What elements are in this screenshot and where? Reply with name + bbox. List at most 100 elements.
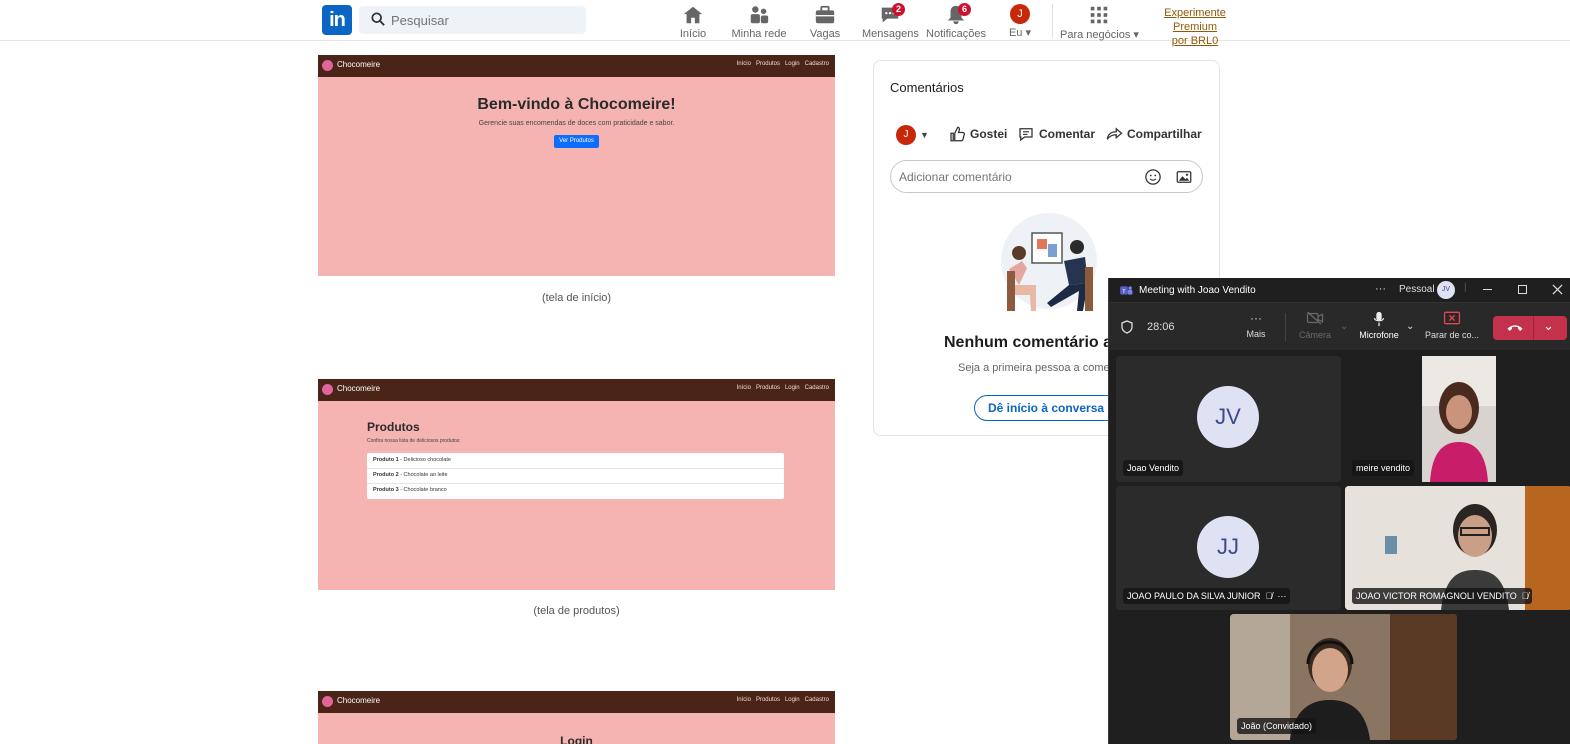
notifications-badge: 6 [958,3,971,16]
leave-chevron-icon[interactable]: ⌄ [1543,318,1554,334]
nav-jobs[interactable]: Vagas [805,2,845,40]
products-list: Produto 1 - Delicioso chocolate Produto … [367,453,784,499]
more-button[interactable]: ··· Mais [1245,311,1267,339]
chevron-down-icon: ▼ [920,130,929,140]
camera-chevron-icon[interactable]: ⌄ [1340,321,1348,332]
comment-button[interactable]: Comentar [1017,125,1095,143]
minimize-icon[interactable] [1483,289,1492,290]
teams-logo-icon: T [1120,286,1133,295]
nav-jobs-label: Vagas [809,28,841,40]
products-heading: Produtos [367,420,420,434]
image-icon[interactable] [1175,168,1193,186]
site-navbar: Chocomeire Início Produtos Login Cadastro [318,691,835,713]
screenshot-products: Chocomeire Início Produtos Login Cadastro P… [318,379,835,590]
site-brand: Chocomeire [337,384,381,393]
participant-avatar: JV [1197,386,1259,448]
product-name: Produto 1 [373,457,399,463]
nav-me[interactable]: J Eu ▾ [1004,2,1036,40]
titlebar-divider: | [1464,282,1467,293]
linkedin-logo[interactable]: in [322,5,352,35]
teams-meeting-window: T Meeting with Joao Vendito ··· Pessoal … [1108,278,1570,744]
nav-divider [1052,4,1053,38]
home-heading: Bem-vindo à Chocomeire! [477,96,676,113]
site-link: Produtos [755,697,780,703]
nav-messages[interactable]: 2 Mensagens [862,2,919,40]
participant-name: Joao Vendito [1123,460,1184,476]
shield-icon [1121,320,1133,334]
home-icon [683,6,703,24]
camera-button[interactable]: Câmera [1299,311,1331,340]
site-nav-links: Início Produtos Login Cadastro [732,697,829,703]
share-button[interactable]: Compartilhar [1105,125,1202,143]
home-subtitle: Gerencie suas encomendas de doces com pr… [478,120,675,127]
more-label: Mais [1246,329,1266,339]
search-input[interactable] [391,10,571,30]
comment-input-box[interactable] [890,160,1203,193]
participant-tile[interactable]: JOAO VICTOR ROMAGNOLI VENDITO 🎙̸ [1345,486,1570,610]
meeting-title: Meeting with Joao Vendito [1139,285,1256,296]
emoji-icon[interactable] [1144,168,1162,186]
leave-call-button[interactable]: ⌄ [1493,316,1567,340]
participant-tile[interactable]: JJ JOAO PAULO DA SILVA JUNIOR 🎙̸ ··· [1116,486,1341,610]
product-desc: - Chocolate ao leite [398,472,448,478]
site-link: Cadastro [804,385,829,391]
svg-text:T: T [1122,289,1126,295]
search-icon [371,12,385,26]
premium-link[interactable]: Experimente Premium por BRL0 [1143,6,1247,48]
tile-more-icon[interactable]: ··· [1277,591,1286,601]
ellipsis-icon: ··· [1250,311,1262,325]
microphone-chevron-icon[interactable]: ⌄ [1406,321,1414,332]
participant-name: meire vendito [1352,460,1415,476]
leave-divider [1533,316,1534,340]
caption-products: (tela de produtos) [533,605,620,617]
account-label: Pessoal [1399,284,1435,295]
reaction-avatar-selector[interactable]: J ▼ [896,125,929,145]
like-button[interactable]: Gostei [948,125,1007,143]
microphone-icon [1373,311,1385,327]
product-desc: - Chocolate branco [398,487,447,493]
nav-home[interactable]: Início [672,2,714,40]
site-brand: Chocomeire [337,60,381,69]
site-logo-icon [322,60,333,71]
product-name: Produto 3 [373,487,399,493]
share-arrow-icon [1106,127,1123,140]
site-link: Cadastro [804,697,829,703]
comments-title: Comentários [890,80,964,95]
participant-video [1422,356,1496,482]
site-nav-links: Início Produtos Login Cadastro [732,61,829,67]
hang-up-icon [1507,325,1523,331]
site-link: Produtos [755,385,780,391]
site-link: Início [736,697,751,703]
account-avatar[interactable]: JV [1437,281,1455,299]
linkedin-top-nav: in Início Minha rede Vagas 2 Mensagens 6… [0,0,1570,47]
network-icon [750,6,769,24]
thumb-up-icon [950,126,965,142]
camera-label: Câmera [1299,330,1332,340]
comment-label: Comentar [1039,127,1096,141]
participant-tile[interactable]: JV Joao Vendito [1116,356,1341,482]
close-icon[interactable] [1552,284,1563,295]
premium-line2: por BRL0 [1171,35,1219,47]
start-conversation-button[interactable]: Dê início à conversa [974,395,1124,421]
search-box[interactable] [359,6,586,34]
nav-business[interactable]: Para negócios ▾ [1060,2,1139,41]
mic-muted-icon: 🎙̸ [1521,591,1529,601]
maximize-icon[interactable] [1518,285,1527,294]
site-logo-icon [322,384,333,395]
comment-icon [1019,128,1033,142]
participant-tile[interactable]: João (Convidado) [1230,614,1457,740]
nav-notifications[interactable]: 6 Notificações [926,2,986,40]
site-link: Cadastro [804,61,829,67]
microphone-button[interactable]: Microfone [1355,311,1403,340]
nav-network[interactable]: Minha rede [730,2,788,40]
meeting-toolbar: 28:06 ··· Mais Câmera ⌄ Microfone ⌄ Para… [1109,302,1570,350]
briefcase-icon [815,5,835,24]
site-brand: Chocomeire [337,696,381,705]
stop-sharing-label: Parar de co... [1424,330,1480,340]
user-avatar: J [1010,4,1030,24]
stop-sharing-button[interactable]: Parar de co... [1421,311,1483,340]
participant-avatar: JJ [1197,516,1259,578]
more-options-icon[interactable]: ··· [1375,283,1386,295]
participant-tile[interactable]: meire vendito [1345,356,1567,482]
comment-input[interactable] [899,167,1129,187]
